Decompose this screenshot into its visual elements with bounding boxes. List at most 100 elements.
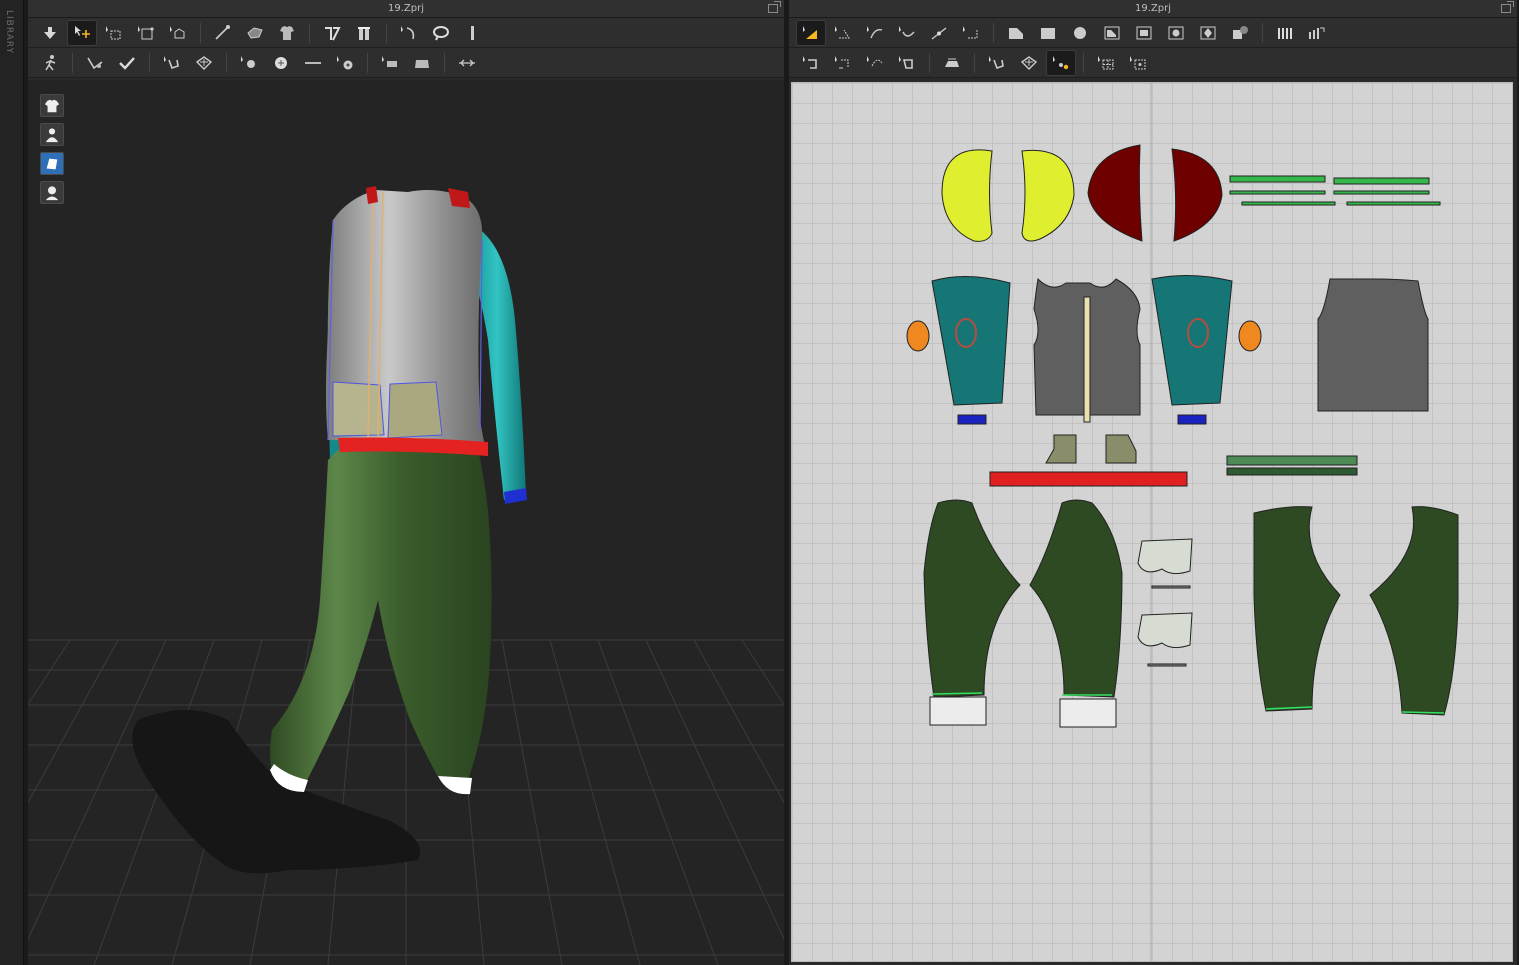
iron-icon[interactable]: [938, 51, 966, 75]
line-icon[interactable]: [299, 51, 327, 75]
3d-viewport[interactable]: [28, 80, 784, 965]
3d-scene: [28, 186, 784, 965]
viewport-side-toolbar: [40, 94, 64, 204]
elbow-patch-left: [906, 320, 930, 352]
pin-icon[interactable]: [350, 21, 378, 45]
hood-piece-right: [1021, 149, 1075, 242]
trace-icon[interactable]: [1194, 21, 1222, 45]
inner-pocket-2: [1137, 612, 1193, 649]
stitch-icon[interactable]: [1226, 21, 1254, 45]
maximize-icon[interactable]: [768, 1, 781, 13]
symmetry-icon[interactable]: [1046, 49, 1076, 76]
pants-front-left: [923, 499, 1021, 698]
2d-window-titlebar: 19.Zprj: [789, 0, 1517, 18]
add-point-icon[interactable]: [925, 21, 953, 45]
cuff-right: [1177, 414, 1207, 425]
select-points-icon[interactable]: [829, 21, 857, 45]
internal-polygon-icon[interactable]: [1066, 21, 1094, 45]
button-icon[interactable]: [235, 51, 263, 75]
edit-stitch-icon[interactable]: [158, 51, 186, 75]
3d-window-title: 19.Zprj: [388, 3, 424, 14]
fabric-sew-icon[interactable]: [1015, 51, 1043, 75]
select-add-icon[interactable]: [67, 19, 97, 46]
texture-view-icon[interactable]: [40, 152, 64, 175]
dot-icon[interactable]: [267, 51, 295, 75]
back-body: [1317, 278, 1429, 412]
segment-icon[interactable]: [209, 21, 237, 45]
transform-icon[interactable]: [132, 21, 160, 45]
cuff-left: [957, 414, 987, 425]
hood-piece-left: [941, 149, 993, 242]
3d-window: 19.Zprj: [28, 0, 784, 965]
strip-1: [1229, 175, 1326, 183]
library-label: LIBRARY: [4, 10, 14, 55]
collar-piece-left: [1087, 144, 1143, 242]
rib-band: [1226, 455, 1358, 466]
grid-select-icon[interactable]: [1092, 51, 1120, 75]
3d-window-titlebar: 19.Zprj: [28, 0, 784, 18]
pattern-pieces: [906, 83, 1459, 961]
2d-pattern-canvas[interactable]: [791, 82, 1513, 962]
sew-segment-icon[interactable]: [797, 51, 825, 75]
rectangle-icon[interactable]: [1002, 21, 1030, 45]
pocket-left: [1045, 434, 1077, 464]
edit-pattern-icon[interactable]: [796, 19, 826, 46]
inner-pocket-1: [1137, 538, 1193, 575]
m-n-sew-icon[interactable]: [861, 51, 889, 75]
simulate-icon[interactable]: [81, 51, 109, 75]
topstitch-icon[interactable]: [376, 51, 404, 75]
pants-front-right: [1029, 499, 1123, 698]
show-garment-icon[interactable]: [40, 94, 64, 117]
maximize-icon[interactable]: [1501, 1, 1514, 13]
flat-icon[interactable]: [408, 51, 436, 75]
2d-window-title: 19.Zprj: [1135, 3, 1171, 14]
curve-point-icon[interactable]: [861, 21, 889, 45]
fold-icon[interactable]: [241, 21, 269, 45]
tack-icon[interactable]: [318, 21, 346, 45]
strip-5: [1241, 201, 1336, 206]
library-sidebar[interactable]: LIBRARY: [0, 0, 24, 965]
edit-sew-icon[interactable]: [983, 51, 1011, 75]
pants-back-right: [1369, 506, 1459, 716]
pant-cuff-left: [929, 696, 987, 726]
internal-rect-icon[interactable]: [1098, 21, 1126, 45]
edit-curve-icon[interactable]: [893, 21, 921, 45]
check-sew-icon[interactable]: [893, 51, 921, 75]
box-select-icon[interactable]: [100, 21, 128, 45]
avatar-silhouette-icon[interactable]: [40, 181, 64, 204]
internal-circle-icon[interactable]: [1130, 21, 1158, 45]
layout-icon[interactable]: [1303, 21, 1331, 45]
waistband: [989, 471, 1188, 487]
sleeve-right: [1151, 274, 1233, 406]
grid-point-icon[interactable]: [1124, 51, 1152, 75]
walk-icon[interactable]: [36, 51, 64, 75]
2d-window: 19.Zprj: [789, 0, 1517, 965]
pant-cuff-right: [1059, 698, 1117, 728]
2d-toolbar-row-1: [789, 18, 1517, 48]
arrow-curve-icon[interactable]: [395, 21, 423, 45]
strip-2: [1333, 177, 1430, 185]
move-icon[interactable]: [36, 21, 64, 45]
fabric-icon[interactable]: [190, 51, 218, 75]
2d-toolbar-row-2: [789, 48, 1517, 78]
garment-icon[interactable]: [273, 21, 301, 45]
polygon-icon[interactable]: [957, 21, 985, 45]
sleeve-left: [931, 275, 1011, 406]
show-avatar-icon[interactable]: [40, 123, 64, 146]
3d-toolbar-row-2: [28, 48, 784, 78]
fold-arr-icon[interactable]: [1271, 21, 1299, 45]
strip-3: [1229, 190, 1326, 195]
dart-icon[interactable]: [1162, 21, 1190, 45]
check-icon[interactable]: [113, 51, 141, 75]
rotate-icon[interactable]: [164, 21, 192, 45]
circle-icon[interactable]: [1034, 21, 1062, 45]
measure-icon[interactable]: [453, 51, 481, 75]
ruler-icon[interactable]: [459, 21, 487, 45]
lasso-icon[interactable]: [427, 21, 455, 45]
lock-icon[interactable]: [331, 51, 359, 75]
collar-piece-right: [1171, 148, 1223, 242]
strip-4: [1333, 190, 1430, 195]
pants-back-left: [1253, 506, 1341, 712]
elbow-patch-right: [1238, 320, 1262, 352]
sew-free-icon[interactable]: [829, 51, 857, 75]
